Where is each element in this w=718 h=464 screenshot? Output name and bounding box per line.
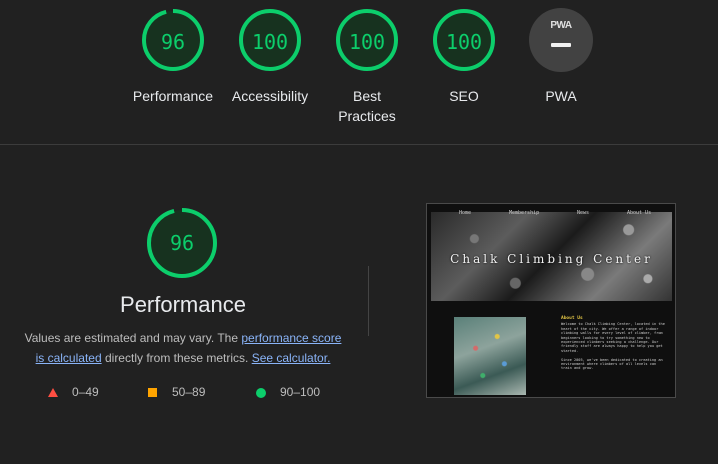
performance-score: 96 [169,231,195,255]
screenshot-nav-item: Home [459,210,472,216]
circle-icon [256,388,266,398]
screenshot-hero-image: Chalk Climbing Center [431,212,672,301]
screenshot-nav-item: News [577,210,590,216]
pwa-dash-icon [551,43,571,47]
screenshot-about-p1: Welcome to Chalk Climbing Center, locate… [561,322,665,353]
section-divider [0,144,718,145]
screenshot-about-p2: Since 2005, we've been dedicated to crea… [561,357,663,371]
gauge-score: 100 [251,30,289,54]
screenshot-climbing-wall-image [454,317,526,395]
gauge-seo[interactable]: 100 SEO [409,8,519,106]
gauge-label: Accessibility [231,88,309,104]
calculator-link[interactable]: See calculator. [252,351,331,365]
performance-description: Values are estimated and may vary. The p… [20,328,346,368]
gauge-label: SEO [449,88,479,104]
gauge-label: Performance [132,88,214,104]
screenshot-nav: Home Membership News About Us [427,210,675,220]
performance-gauge: 96 [146,207,218,279]
legend-pass-label: 90–100 [280,385,321,399]
triangle-icon [48,388,58,397]
legend-fail-label: 0–49 [72,385,99,399]
legend-average-label: 50–89 [172,385,206,399]
desc-middle: directly from these metrics. [101,351,252,365]
screenshot-nav-item: About Us [627,210,652,216]
gauge-label: Best Practices [338,88,396,124]
gauge-pwa[interactable]: PWA PWA [506,8,616,106]
gauge-score: 96 [160,30,186,54]
square-icon [148,388,157,397]
desc-prefix: Values are estimated and may vary. The [24,331,242,345]
gauge-accessibility[interactable]: 100 Accessibility [215,8,325,106]
gauge-performance[interactable]: 96 Performance [118,8,228,106]
gauge-score: 100 [348,30,386,54]
screenshot-nav-item: Membership [509,210,540,216]
score-summary: 96 Performance 100 Accessibility 100 Bes… [0,0,718,145]
pwa-badge-text: PWA [550,20,572,31]
screenshot-hero-title: Chalk Climbing Center [450,252,653,266]
gauge-label: PWA [545,88,577,104]
performance-title: Performance [120,292,246,317]
vertical-separator [368,266,369,336]
screenshot-about-text: About Us Welcome to Chalk Climbing Cente… [561,316,665,371]
screenshot-about-heading: About Us [561,316,583,321]
lighthouse-report: 96 Performance 100 Accessibility 100 Bes… [0,0,718,464]
gauge-best-practices[interactable]: 100 Best Practices [312,8,422,126]
final-screenshot[interactable]: Chalk Climbing Center Home Membership Ne… [426,203,676,398]
pwa-badge-icon: PWA [529,8,593,72]
gauge-score: 100 [445,30,483,54]
